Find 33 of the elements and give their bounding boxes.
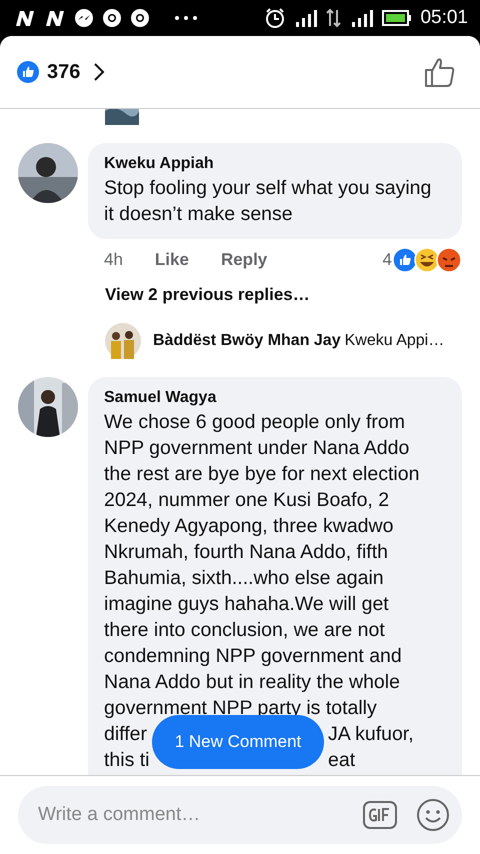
- reaction-icons[interactable]: [392, 247, 462, 273]
- comment-time: 4h: [104, 250, 123, 270]
- view-replies-link[interactable]: View 2 previous replies…: [105, 285, 310, 305]
- n-app-icon: [44, 8, 66, 28]
- signal-icon: [294, 8, 318, 28]
- alarm-icon: [264, 7, 286, 29]
- comment-text: Stop fooling your self what you saying it doesn’t make sense: [104, 176, 432, 227]
- comment-action[interactable]: Like: [154, 250, 189, 270]
- clock-time: 05:01: [420, 7, 468, 29]
- like-outline-icon[interactable]: [424, 56, 456, 88]
- comment-action[interactable]: Reply: [220, 250, 268, 270]
- reply-preview-text: Kweku Appi…: [344, 332, 444, 350]
- reaction-count: 4: [382, 250, 392, 270]
- comment-text: eat: [328, 748, 356, 773]
- author-name[interactable]: Samuel Wagya: [104, 387, 436, 409]
- author-name[interactable]: Kweku Appiah: [104, 153, 436, 175]
- comment-text: differ: [104, 722, 147, 747]
- more-icon: [174, 15, 198, 21]
- like-icon: [17, 61, 39, 83]
- comment-input[interactable]: Write a comment…: [36, 803, 344, 827]
- n-app-icon: [14, 8, 36, 28]
- author-name[interactable]: Bàddëst Bwöy Mhan Jay: [153, 330, 341, 352]
- data-arrows-icon: [326, 8, 342, 28]
- battery-icon: [382, 10, 412, 26]
- comment-text: this ti: [104, 748, 150, 773]
- signal-icon: [350, 8, 374, 28]
- gif-icon[interactable]: [362, 800, 398, 830]
- comment-field[interactable]: Write a comment…: [18, 786, 462, 844]
- reactions-summary[interactable]: 376: [17, 60, 106, 84]
- chevron-right-icon: [92, 61, 106, 83]
- emoji-icon[interactable]: [416, 798, 450, 832]
- new-comment-button[interactable]: 1 New Comment: [152, 715, 324, 769]
- comment-text: JA kufuor,: [328, 722, 414, 747]
